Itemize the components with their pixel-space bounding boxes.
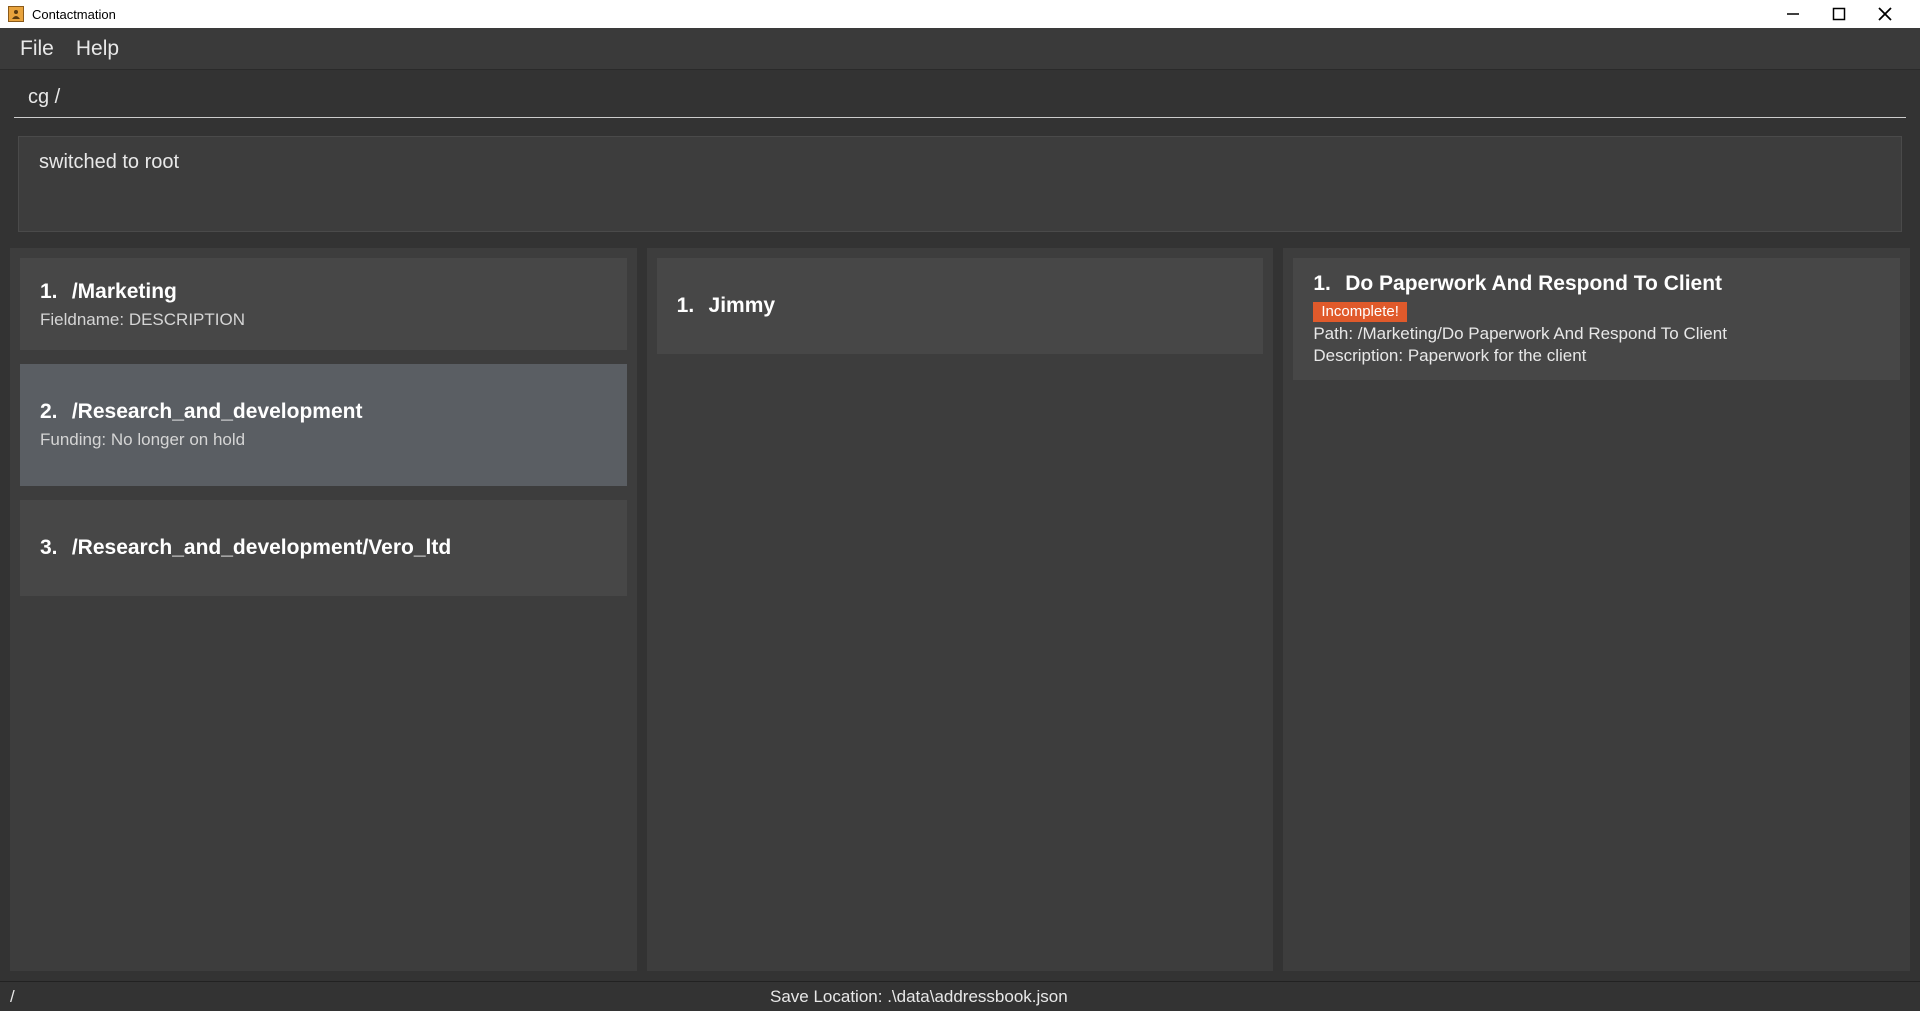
group-subline: Funding: No longer on hold	[40, 430, 607, 450]
titlebar: Contactmation	[0, 0, 1920, 28]
group-item[interactable]: 2. /Research_and_development Funding: No…	[20, 364, 627, 486]
status-message: switched to root	[39, 151, 179, 173]
app-icon	[8, 6, 24, 22]
list-number: 3.	[40, 536, 66, 560]
status-badge: Incomplete!	[1313, 302, 1407, 322]
group-title: 1. /Marketing	[40, 280, 607, 304]
command-area	[0, 70, 1920, 118]
group-title: 3. /Research_and_development/Vero_ltd	[40, 536, 607, 560]
window-title: Contactmation	[32, 7, 116, 22]
person-name: Jimmy	[709, 294, 776, 317]
person-item[interactable]: 1. Jimmy	[657, 258, 1264, 354]
maximize-button[interactable]	[1830, 5, 1848, 23]
task-description: Description: Paperwork for the client	[1313, 346, 1880, 366]
list-number: 1.	[40, 280, 66, 304]
list-number: 1.	[677, 294, 703, 318]
close-button[interactable]	[1876, 5, 1894, 23]
person-title: 1. Jimmy	[677, 294, 1244, 318]
task-item[interactable]: 1. Do Paperwork And Respond To Client In…	[1293, 258, 1900, 380]
tasks-column: 1. Do Paperwork And Respond To Client In…	[1283, 248, 1910, 971]
list-number: 2.	[40, 400, 66, 424]
columns: 1. /Marketing Fieldname: DESCRIPTION 2. …	[0, 242, 1920, 981]
people-column: 1. Jimmy	[647, 248, 1274, 971]
task-title: 1. Do Paperwork And Respond To Client	[1313, 272, 1880, 296]
group-name: /Research_and_development/Vero_ltd	[72, 536, 451, 559]
list-number: 1.	[1313, 272, 1339, 296]
footer-path: /	[0, 987, 760, 1007]
menu-help[interactable]: Help	[76, 37, 119, 61]
task-path: Path: /Marketing/Do Paperwork And Respon…	[1313, 324, 1880, 344]
task-name: Do Paperwork And Respond To Client	[1345, 272, 1722, 295]
status-box: switched to root	[18, 136, 1902, 232]
group-item[interactable]: 3. /Research_and_development/Vero_ltd	[20, 500, 627, 596]
group-item[interactable]: 1. /Marketing Fieldname: DESCRIPTION	[20, 258, 627, 350]
minimize-button[interactable]	[1784, 5, 1802, 23]
groups-column: 1. /Marketing Fieldname: DESCRIPTION 2. …	[10, 248, 637, 971]
group-name: /Research_and_development	[72, 400, 363, 423]
group-title: 2. /Research_and_development	[40, 400, 607, 424]
menubar: File Help	[0, 28, 1920, 70]
group-name: /Marketing	[72, 280, 177, 303]
menu-file[interactable]: File	[20, 37, 54, 61]
group-subline: Fieldname: DESCRIPTION	[40, 310, 607, 330]
window-controls	[1784, 5, 1912, 23]
footer-save-location: Save Location: .\data\addressbook.json	[760, 987, 1068, 1007]
command-input[interactable]	[14, 80, 1906, 118]
footer: / Save Location: .\data\addressbook.json	[0, 981, 1920, 1011]
